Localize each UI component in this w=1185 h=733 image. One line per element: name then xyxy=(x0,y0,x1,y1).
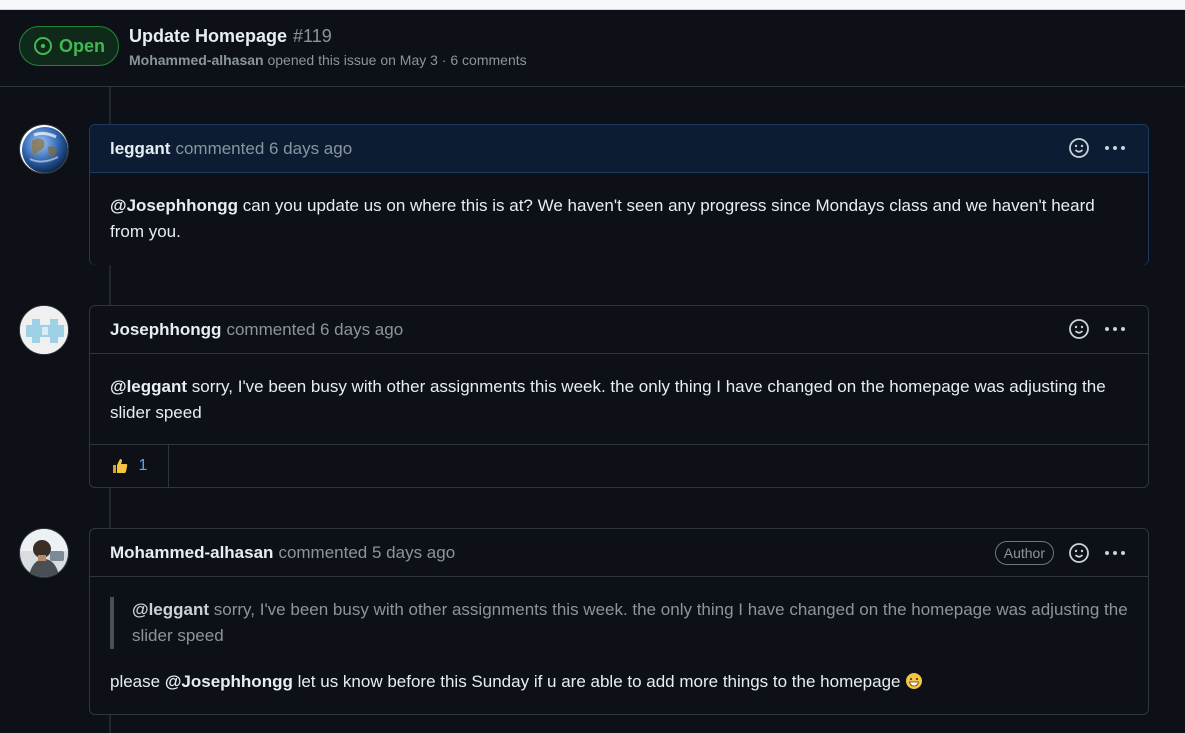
comment-author[interactable]: Mohammed-alhasan xyxy=(110,543,273,563)
mention-link[interactable]: @leggant xyxy=(132,600,209,619)
identicon-avatar-image xyxy=(20,306,68,354)
add-reaction-icon[interactable] xyxy=(1068,137,1090,159)
comment-card: Josephhongg commented 6 days ago @leggan… xyxy=(89,305,1149,488)
issue-number: #119 xyxy=(293,26,332,46)
more-options-icon[interactable] xyxy=(1104,137,1126,159)
comment-text: can you update us on where this is at? W… xyxy=(110,196,1095,241)
author-badge: Author xyxy=(994,541,1054,565)
more-options-icon[interactable] xyxy=(1104,542,1126,564)
mention-link[interactable]: @leggant xyxy=(110,377,187,396)
avatar-mohammed-alhasan[interactable] xyxy=(19,528,69,578)
comment-header: Mohammed-alhasan commented 5 days ago Au… xyxy=(90,529,1148,577)
comment-author[interactable]: leggant xyxy=(110,139,170,159)
mention-link[interactable]: @Josephhongg xyxy=(165,672,293,691)
comment-actions xyxy=(1068,318,1126,340)
earth-avatar-image xyxy=(20,125,68,173)
reaction-thumbs-up-button[interactable]: 1 xyxy=(90,445,169,487)
comment-body: @Josephhongg can you update us on where … xyxy=(90,173,1148,265)
issue-meta-text: opened this issue on May 3 · 6 comments xyxy=(267,52,527,68)
avatar-leggant[interactable] xyxy=(19,124,69,174)
issue-author-link[interactable]: Mohammed-alhasan xyxy=(129,52,264,68)
reaction-count: 1 xyxy=(138,457,148,474)
issue-title: Update Homepage #119 xyxy=(129,26,332,47)
comment-body: @leggant sorry, I've been busy with othe… xyxy=(90,577,1148,715)
quote-block: @leggant sorry, I've been busy with othe… xyxy=(110,597,1128,649)
browser-top-strip xyxy=(0,0,1185,10)
photo-avatar-image xyxy=(20,529,68,577)
thumbs-up-icon xyxy=(112,459,127,473)
quote-text: sorry, I've been busy with other assignm… xyxy=(132,600,1128,645)
comment-author[interactable]: Josephhongg xyxy=(110,320,221,340)
comment-body: @leggant sorry, I've been busy with othe… xyxy=(90,354,1148,444)
comment-timestamp[interactable]: commented 6 days ago xyxy=(175,139,352,159)
comment-text: let us know before this Sunday if u are … xyxy=(292,672,906,691)
issue-title-text: Update Homepage xyxy=(129,26,288,46)
comment-timestamp[interactable]: commented 6 days ago xyxy=(226,320,403,340)
comment-card: leggant commented 6 days ago @Josephhong… xyxy=(89,124,1149,265)
add-reaction-icon[interactable] xyxy=(1068,542,1090,564)
comment-text-line: please @Josephhongg let us know before t… xyxy=(110,669,1128,695)
add-reaction-icon[interactable] xyxy=(1068,318,1090,340)
issue-state-label: Open xyxy=(58,35,105,56)
comment-header: Josephhongg commented 6 days ago xyxy=(90,306,1148,354)
avatar-josephhongg[interactable] xyxy=(19,305,69,355)
comment-text: please xyxy=(110,672,165,691)
mention-link[interactable]: @Josephhongg xyxy=(110,196,238,215)
reactions-bar: 1 xyxy=(90,444,1148,487)
comment-header: leggant commented 6 days ago xyxy=(90,125,1148,173)
comment-text: sorry, I've been busy with other assignm… xyxy=(110,377,1106,422)
comment-timestamp[interactable]: commented 5 days ago xyxy=(278,543,455,563)
more-options-icon[interactable] xyxy=(1104,318,1126,340)
grinning-emoji-icon xyxy=(906,673,923,689)
comment-card: Mohammed-alhasan commented 5 days ago Au… xyxy=(89,528,1149,715)
issue-header: Open Update Homepage #119 Mohammed-alhasa… xyxy=(0,10,1185,87)
comment-actions xyxy=(1068,137,1126,159)
issue-meta: Mohammed-alhasan opened this issue on Ma… xyxy=(129,52,527,68)
comment-actions: Author xyxy=(994,541,1126,565)
issue-open-icon xyxy=(33,37,52,55)
issue-state-badge: Open xyxy=(19,26,119,66)
